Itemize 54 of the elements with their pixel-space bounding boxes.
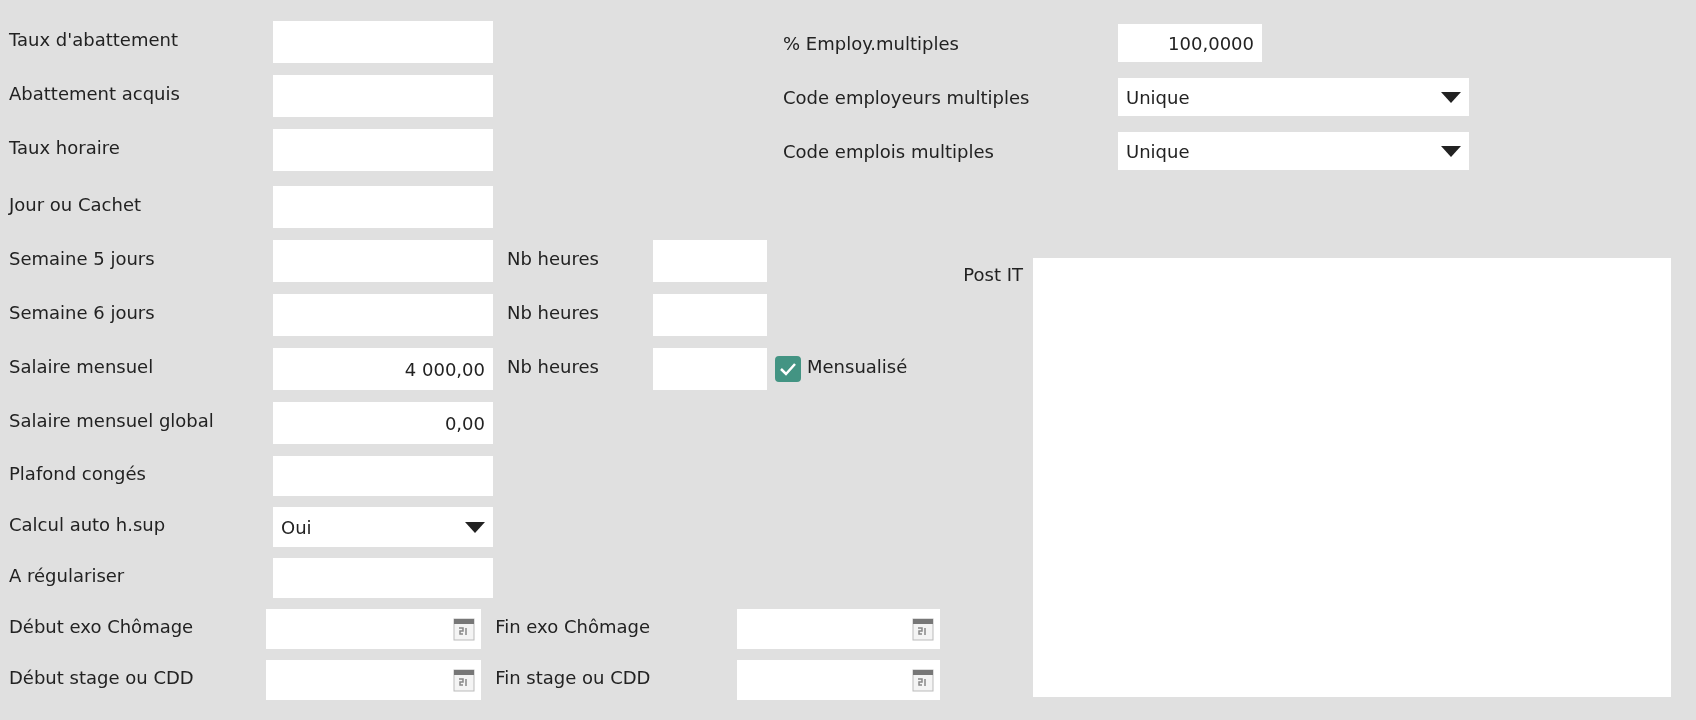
- calendar-icon[interactable]: [453, 668, 476, 692]
- input-field[interactable]: [273, 129, 493, 171]
- field-label: Taux d'abattement: [8, 28, 179, 50]
- input-field[interactable]: [273, 186, 493, 228]
- field-label: Code employeurs multiples: [783, 86, 1031, 108]
- dropdown[interactable]: Unique: [1118, 78, 1469, 116]
- dropdown-arrow-icon: [1441, 91, 1461, 103]
- checkbox-label: Mensualisé: [807, 355, 908, 377]
- field-label: Salaire mensuel: [8, 355, 155, 377]
- field-label: Nb heures: [507, 247, 600, 269]
- calendar-icon[interactable]: [912, 668, 934, 692]
- field-label: Début stage ou CDD: [8, 666, 195, 688]
- input-field[interactable]: [273, 294, 493, 336]
- field-label: Post IT: [962, 263, 1023, 287]
- dropdown-arrow-icon: [1441, 145, 1461, 157]
- input-field[interactable]: 0,00: [273, 402, 493, 444]
- date-field[interactable]: [266, 660, 482, 700]
- field-label: Semaine 6 jours: [8, 301, 156, 323]
- dropdown[interactable]: Unique: [1118, 132, 1469, 170]
- field-label: Taux horaire: [8, 136, 121, 158]
- field-label: Salaire mensuel global: [8, 409, 215, 431]
- field-label: Nb heures: [507, 301, 600, 323]
- input-field[interactable]: [273, 558, 493, 598]
- input-field[interactable]: 4 000,00: [273, 348, 493, 390]
- dropdown[interactable]: Oui: [273, 507, 493, 547]
- checkbox[interactable]: [775, 356, 801, 382]
- field-label: Début exo Chômage: [8, 615, 195, 637]
- input-field[interactable]: [653, 348, 767, 390]
- calendar-icon[interactable]: [453, 617, 476, 641]
- field-label: Calcul auto h.sup: [8, 513, 167, 535]
- field-label: Semaine 5 jours: [8, 247, 156, 269]
- date-field[interactable]: [266, 609, 482, 649]
- dropdown-arrow-icon: [465, 521, 485, 533]
- notes-field[interactable]: [1033, 258, 1671, 697]
- checkmark-icon: [779, 362, 797, 376]
- input-field[interactable]: [653, 240, 767, 282]
- field-label: Jour ou Cachet: [7, 193, 143, 215]
- field-label: Nb heures: [507, 355, 600, 377]
- field-label: Fin exo Chômage: [495, 615, 651, 637]
- field-label: Code emplois multiples: [783, 140, 995, 162]
- date-field[interactable]: [736, 609, 940, 649]
- field-label: Fin stage ou CDD: [495, 666, 652, 688]
- field-label: Abattement acquis: [8, 82, 181, 104]
- input-field[interactable]: [273, 75, 493, 117]
- field-label: % Employ.multiples: [783, 32, 960, 54]
- field-label: A régulariser: [8, 564, 126, 586]
- date-field[interactable]: [736, 660, 940, 700]
- input-field[interactable]: 100,0000: [1118, 24, 1262, 62]
- input-field[interactable]: [653, 294, 767, 336]
- calendar-icon[interactable]: [912, 617, 934, 641]
- input-field[interactable]: [273, 240, 493, 282]
- input-field[interactable]: [273, 21, 493, 63]
- field-label: Plafond congés: [8, 462, 147, 484]
- input-field[interactable]: [273, 456, 493, 496]
